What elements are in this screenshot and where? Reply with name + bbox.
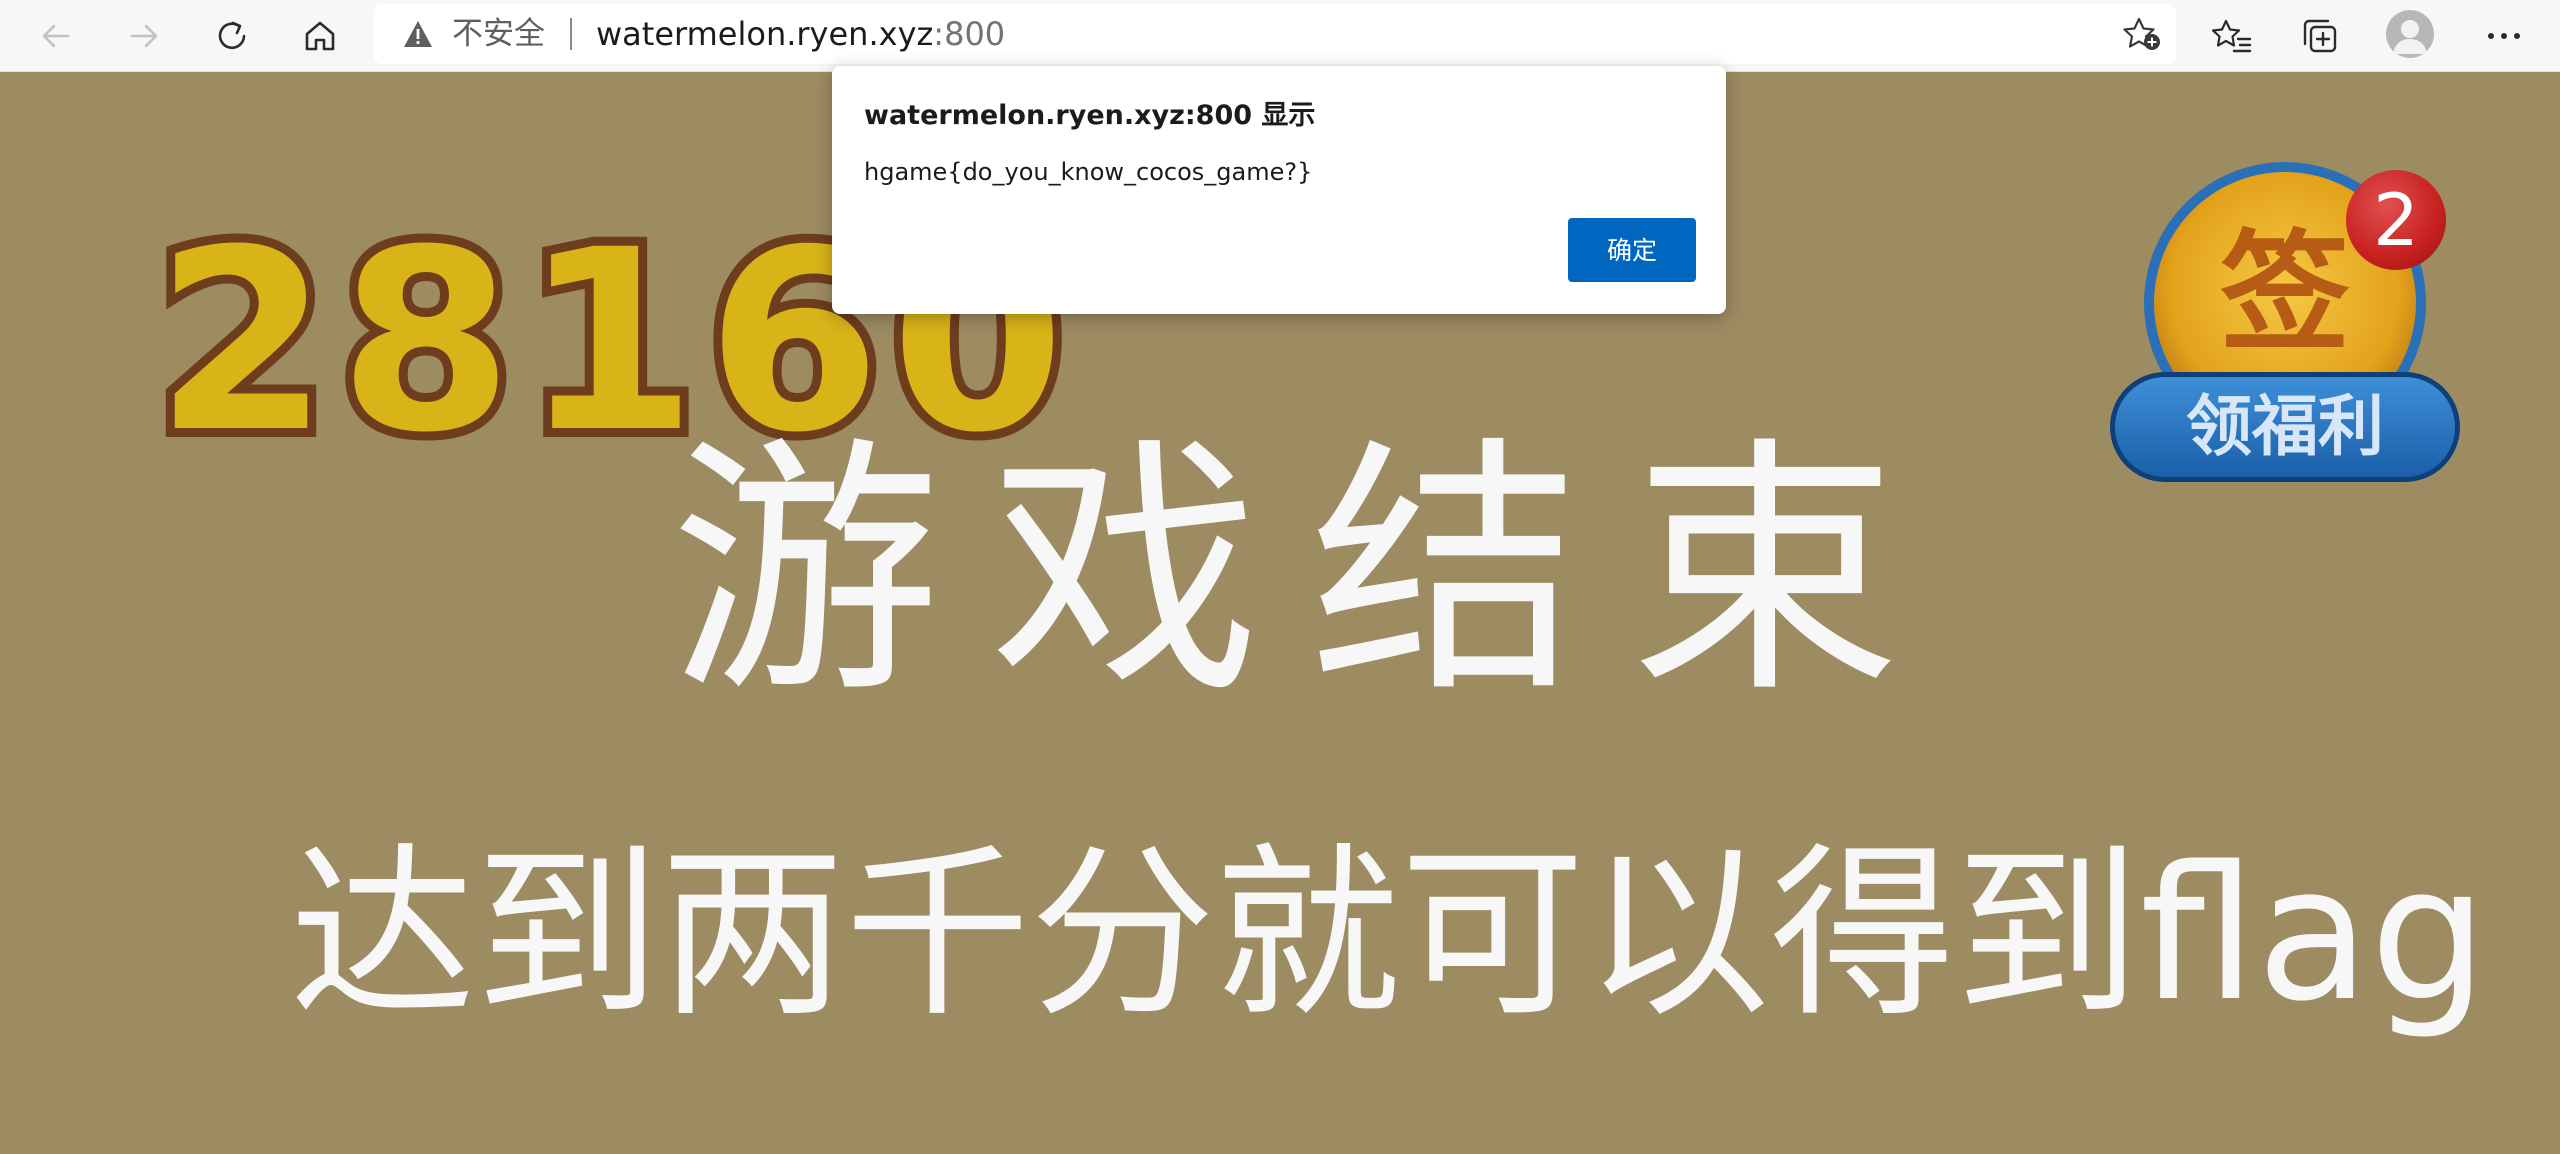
url-port: :800 xyxy=(933,15,1006,53)
collections-button[interactable] xyxy=(2292,8,2348,64)
profile-avatar-icon xyxy=(2393,20,2427,54)
collections-icon xyxy=(2303,19,2337,53)
ok-button[interactable]: 确定 xyxy=(1568,218,1696,282)
sign-in-char: 签 xyxy=(2219,217,2350,369)
back-button[interactable] xyxy=(28,8,84,64)
address-bar[interactable]: 不安全 watermelon.ryen.xyz:800 xyxy=(374,4,2176,64)
favorites-button[interactable] xyxy=(2204,8,2260,64)
security-label[interactable]: 不安全 xyxy=(452,14,545,54)
sign-in-reward-button[interactable]: 签 2 领福利 xyxy=(2110,162,2460,492)
url-text[interactable]: watermelon.ryen.xyz:800 xyxy=(596,14,1005,54)
warning-triangle-icon[interactable] xyxy=(402,18,434,50)
more-button[interactable] xyxy=(2476,8,2532,64)
sign-in-count-badge: 2 xyxy=(2346,170,2446,270)
game-over-title: 游戏结束 xyxy=(670,414,1950,729)
favorites-list-icon xyxy=(2212,19,2252,53)
arrow-left-icon xyxy=(42,24,70,48)
home-icon xyxy=(305,21,335,51)
browser-toolbar: 不安全 watermelon.ryen.xyz:800 xyxy=(0,0,2560,72)
dialog-message: hgame{do_you_know_cocos_game?} xyxy=(864,158,1313,186)
forward-button[interactable] xyxy=(116,8,172,64)
home-button[interactable] xyxy=(292,8,348,64)
address-separator xyxy=(570,18,572,50)
flag-hint-text: 达到两千分就可以得到flag xyxy=(290,826,2488,1042)
profile-button[interactable] xyxy=(2386,10,2434,58)
star-plus-icon[interactable] xyxy=(2122,16,2162,52)
more-dots-icon xyxy=(2488,33,2520,39)
arrow-right-icon xyxy=(130,24,158,48)
refresh-button[interactable] xyxy=(204,8,260,64)
url-host: watermelon.ryen.xyz xyxy=(596,15,934,53)
alert-dialog: watermelon.ryen.xyz:800 显示 hgame{do_you_… xyxy=(832,66,1726,314)
sign-in-reward-label: 领福利 xyxy=(2110,372,2460,482)
dialog-title: watermelon.ryen.xyz:800 显示 xyxy=(864,100,1316,131)
refresh-icon xyxy=(218,21,246,50)
